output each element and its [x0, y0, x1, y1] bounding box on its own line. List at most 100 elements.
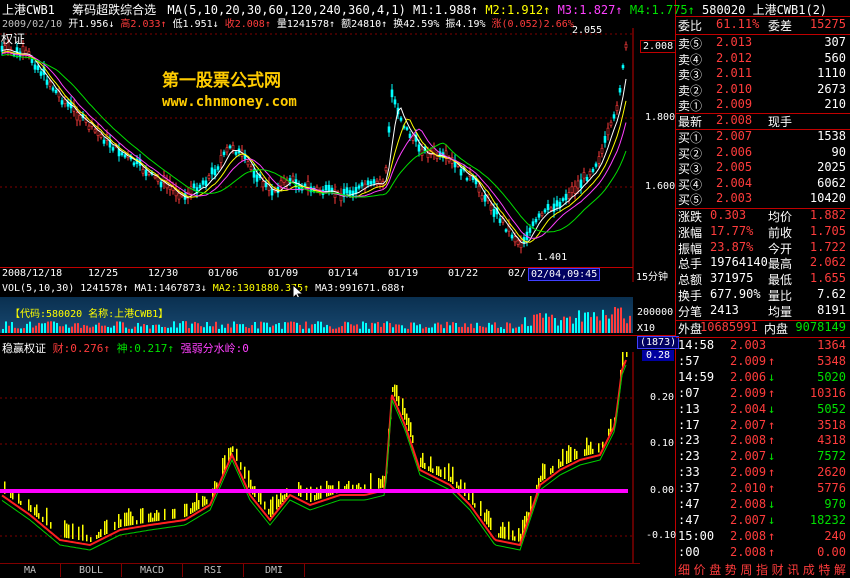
indicator-bar: [198, 500, 200, 510]
vol-ma3: MA3:991671.688↑: [315, 283, 406, 294]
indicator-bar: [402, 398, 404, 416]
volume-bar: [560, 320, 562, 333]
bottom-tab[interactable]: 讯: [787, 561, 799, 578]
stat-value: 2413: [710, 302, 739, 317]
bid-price: 2.007: [716, 129, 753, 143]
stat-label: 振幅: [678, 241, 703, 256]
bottom-tab[interactable]: 特: [818, 561, 830, 578]
bottom-tab[interactable]: 盘: [709, 561, 721, 578]
volume-bar: [317, 321, 319, 333]
candle-body: [399, 117, 403, 121]
volume-bar: [380, 326, 382, 333]
bottom-tab-bar: 细价盘势周指财讯成特解: [676, 561, 850, 578]
indicator-bar: [18, 493, 20, 504]
indicator-bar: [136, 520, 138, 525]
tab-rsi[interactable]: RSI: [183, 564, 244, 577]
bottom-tab[interactable]: 势: [725, 561, 737, 578]
volume-bar: [209, 326, 211, 333]
volume-bar: [326, 324, 328, 333]
tick-row: :00 2.008 ↑ 0.00: [676, 545, 850, 562]
tick-row: 15:00 2.008 ↑ 240: [676, 529, 850, 546]
volume-bar: [461, 326, 463, 333]
bottom-tab[interactable]: 成: [803, 561, 815, 578]
volume-bar: [407, 328, 409, 333]
volume-bar: [341, 326, 343, 333]
bottom-tab[interactable]: 解: [834, 561, 846, 578]
bottom-tab[interactable]: 细: [678, 561, 690, 578]
bottom-tab[interactable]: 财: [772, 561, 784, 578]
candle-body: [513, 236, 517, 243]
volume-bar: [545, 313, 547, 333]
tab-ma[interactable]: MA: [0, 564, 61, 577]
volume-bar: [173, 321, 175, 333]
indicator-bar: [574, 448, 576, 460]
volume-bar: [293, 321, 295, 333]
stat-value: 23.87%: [710, 239, 754, 254]
candle-body: [465, 177, 469, 181]
tick-price: 2.009: [730, 465, 767, 480]
ma-m4: M4:1.775↑: [629, 3, 695, 17]
volume-bar: [233, 321, 235, 333]
indicator-bar: [50, 522, 52, 529]
volume-bar: [581, 321, 583, 333]
volume-bar: [482, 326, 484, 333]
volume-bar: [5, 321, 7, 333]
candle-body: [624, 44, 628, 49]
tab-dmi[interactable]: DMI: [244, 564, 305, 577]
indicator-bar: [474, 503, 476, 508]
period-label[interactable]: 15分钟: [636, 268, 668, 283]
volume-bar: [437, 322, 439, 333]
volume-bar: [128, 328, 130, 333]
waipan-label: 外盘: [678, 322, 703, 336]
indicator-bar: [588, 445, 590, 455]
tick-volume: 240: [824, 528, 846, 543]
bottom-tab[interactable]: 指: [756, 561, 768, 578]
tick-row: 14:58 2.003 1364: [676, 338, 850, 355]
indicator-bar: [326, 480, 328, 497]
indicator-bar: [164, 508, 166, 520]
volume-bar: [158, 324, 160, 333]
tick-row: :23 2.007 ↓ 7572: [676, 449, 850, 466]
tab-macd[interactable]: MACD: [122, 564, 183, 577]
volume-bar: [602, 309, 604, 333]
volume-bar: [359, 328, 361, 333]
bottom-tab[interactable]: 价: [694, 561, 706, 578]
indicator-bar: [472, 492, 474, 505]
tick-arrow: ↓: [768, 369, 776, 384]
ask-price: 2.009: [716, 97, 753, 111]
candle-body: [33, 64, 37, 70]
candle-body: [360, 182, 364, 187]
tab-boll[interactable]: BOLL: [61, 564, 122, 577]
volume-bar: [599, 320, 601, 333]
candle-body: [78, 114, 82, 122]
indicator-bar: [560, 461, 562, 467]
volume-bar: [80, 327, 82, 333]
volume-bar: [608, 318, 610, 333]
indicator-bar: [502, 522, 504, 539]
indicator-bar: [186, 503, 188, 517]
indicator-bar: [514, 536, 516, 541]
indicator-bar: [260, 493, 262, 505]
indicator-tick: -0.10: [646, 530, 677, 541]
candle-body: [609, 121, 613, 126]
indicator-bar: [394, 384, 396, 397]
volume-bar: [536, 314, 538, 333]
volume-bar: [146, 325, 148, 333]
indicator-bar: [610, 418, 612, 432]
indicator-bar: [280, 493, 282, 505]
volume-bar: [17, 328, 19, 333]
volume-bar: [56, 322, 58, 333]
volume-tick: 200000: [637, 307, 674, 318]
tick-row: :07 2.009 ↑ 10316: [676, 386, 850, 403]
ask-volume: 560: [824, 50, 846, 65]
watermark-title: 第一股票公式网: [162, 71, 281, 91]
volume-bar: [371, 322, 373, 333]
indicator-chart[interactable]: [0, 352, 675, 564]
candle-body: [603, 135, 607, 143]
price-chart[interactable]: [0, 28, 675, 282]
bottom-tab[interactable]: 周: [740, 561, 752, 578]
stat-row: 涨幅 17.77% 前收 1.705: [676, 224, 850, 241]
latest-row: 最新 2.008 现手: [676, 113, 850, 130]
indicator-bar: [268, 508, 270, 515]
indicator-bar: [132, 516, 134, 525]
